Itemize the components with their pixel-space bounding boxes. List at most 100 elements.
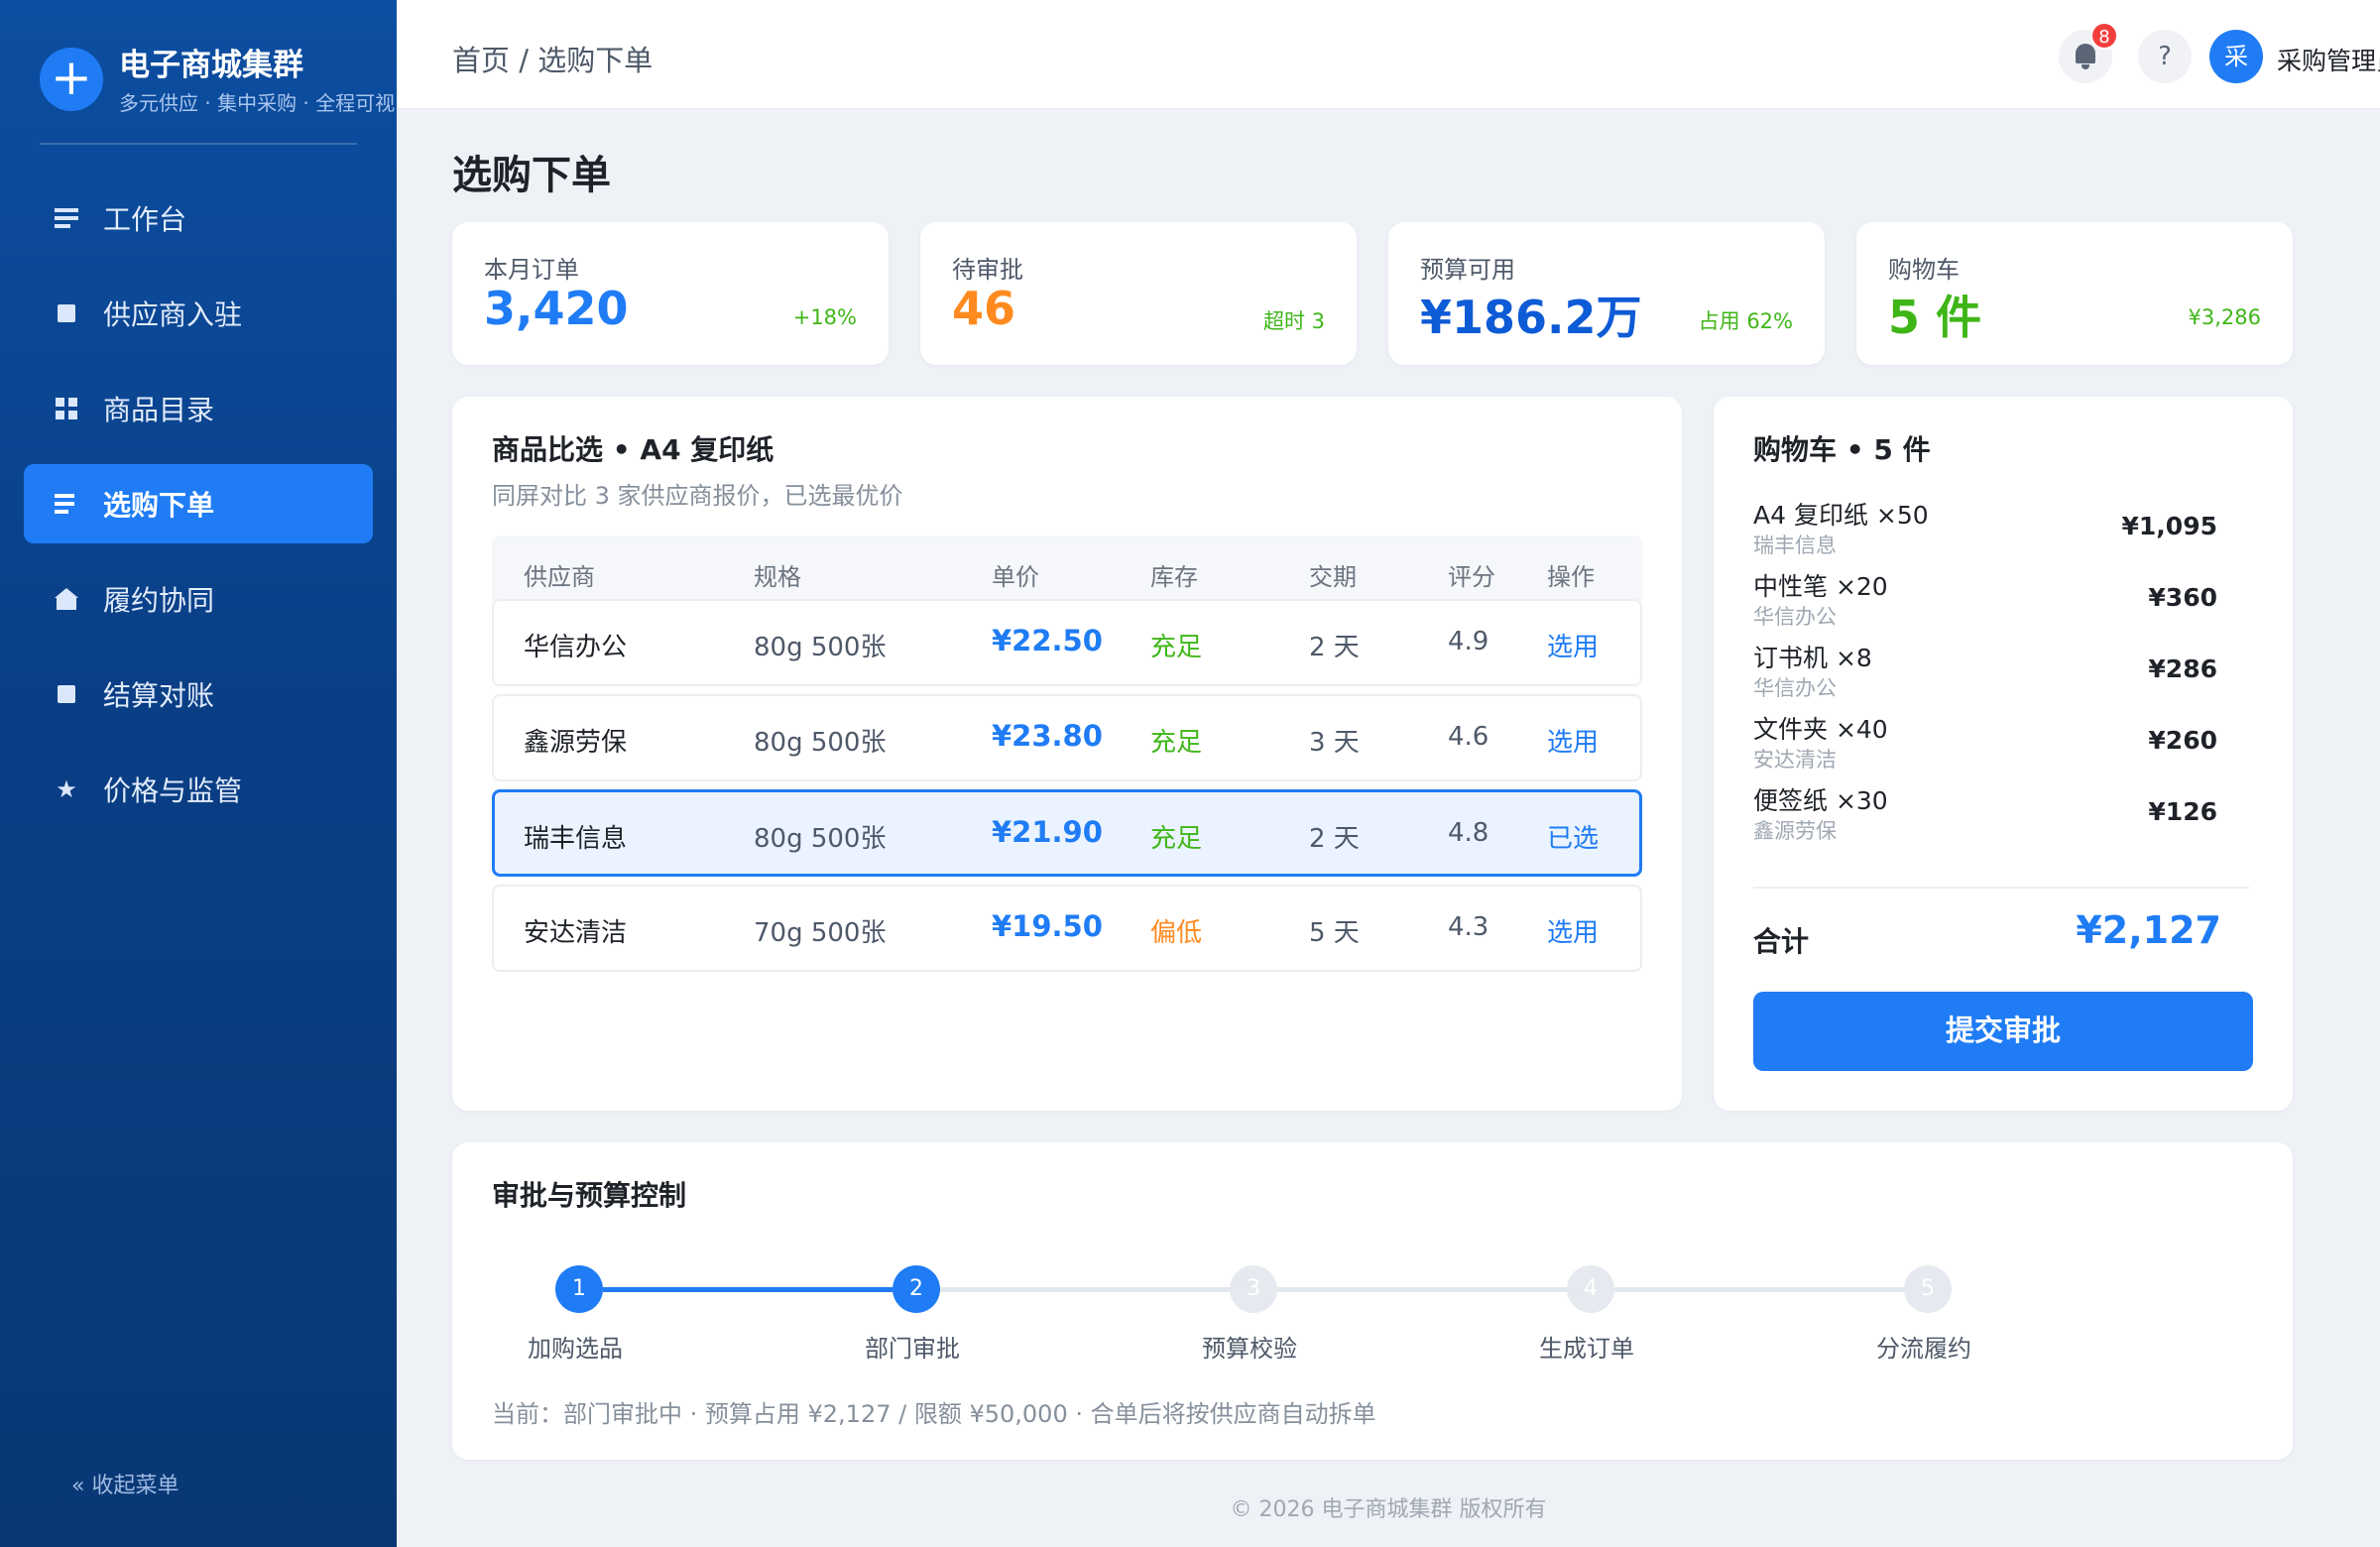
step-label: 分流履约: [1876, 1335, 1971, 1363]
stat-value: 3,420: [484, 282, 629, 335]
spec-cell: 70g 500张: [754, 918, 887, 948]
sidebar-item-label: 价格与监管: [103, 774, 243, 807]
step-1-circle: 1: [555, 1265, 603, 1313]
collapse-menu-button[interactable]: « 收起菜单: [71, 1468, 178, 1499]
cart-item-name: 便签纸 ×30: [1753, 786, 1888, 815]
username[interactable]: 采购管理员: [2277, 42, 2380, 77]
cart-card: 购物车 • 5 件 A4 复印纸 ×50 瑞丰信息 ¥1,095 中性笔 ×20…: [1714, 397, 2293, 1111]
square-icon: [54, 681, 79, 707]
sidebar-divider: [40, 143, 357, 145]
help-icon: ?: [2158, 42, 2172, 71]
approval-status-note: 当前：部门审批中 · 预算占用 ¥2,127 / 限额 ¥50,000 · 合单…: [492, 1400, 1376, 1428]
stat-value: 46: [952, 282, 1016, 335]
table-row[interactable]: 安达清洁 70g 500张 ¥19.50 偏低 5 天 4.3 选用: [492, 885, 1642, 972]
brand[interactable]: + 电子商城集群 多元供应 · 集中采购 · 全程可视: [40, 40, 397, 119]
selected-supplier-link[interactable]: 已选: [1547, 818, 1599, 855]
cart-item-price: ¥260: [2148, 726, 2217, 755]
stat-label: 待审批: [952, 256, 1023, 284]
cart-total-label: 合计: [1753, 925, 1810, 958]
approval-card: 审批与预算控制 1 2 3 4 5 加购选品 部门审批 预算校验 生成订单 分流…: [452, 1142, 2293, 1460]
cart-item-price: ¥286: [2148, 654, 2217, 683]
supplier-cell: 瑞丰信息: [524, 824, 628, 854]
stat-label: 预算可用: [1420, 256, 1515, 284]
cart-item-price: ¥126: [2148, 797, 2217, 826]
select-supplier-link[interactable]: 选用: [1547, 627, 1599, 663]
list-icon: [54, 491, 79, 517]
step-4-circle: 4: [1567, 1265, 1614, 1313]
product-compare-card: 商品比选 • A4 复印纸 同屏对比 3 家供应商报价，已选最优价 供应商 规格…: [452, 397, 1682, 1111]
breadcrumb[interactable]: 首页 / 选购下单: [452, 38, 653, 79]
column-header: 评分: [1448, 563, 1495, 591]
supplier-cell: 安达清洁: [524, 918, 628, 948]
spec-cell: 80g 500张: [754, 633, 887, 662]
stat-card-budget-available[interactable]: 预算可用 ¥186.2万 占用 62%: [1388, 222, 1825, 365]
stat-card-cart[interactable]: 购物车 5 件 ¥3,286: [1856, 222, 2293, 365]
submit-approval-button[interactable]: 提交审批: [1753, 992, 2253, 1071]
rating-cell: 4.6: [1448, 722, 1489, 752]
brand-title: 电子商城集群: [119, 48, 303, 83]
brand-logo-icon: +: [40, 48, 103, 111]
sidebar-item-catalog[interactable]: 商品目录: [24, 369, 373, 448]
sidebar-item-ordering[interactable]: 选购下单: [24, 464, 373, 543]
cart-item[interactable]: 中性笔 ×20 华信办公 ¥360: [1753, 567, 2249, 639]
column-header: 库存: [1150, 563, 1198, 591]
column-header: 供应商: [524, 563, 595, 591]
stat-card-pending-approval[interactable]: 待审批 46 超时 3: [920, 222, 1357, 365]
step-label: 生成订单: [1539, 1335, 1634, 1363]
lead-time-cell: 5 天: [1309, 918, 1360, 948]
stat-meta: 超时 3: [1262, 309, 1325, 333]
cart-item[interactable]: 文件夹 ×40 安达清洁 ¥260: [1753, 710, 2249, 781]
rating-cell: 4.8: [1448, 818, 1489, 848]
step-5-circle: 5: [1904, 1265, 1952, 1313]
step-connector: [1614, 1287, 1904, 1292]
select-supplier-link[interactable]: 选用: [1547, 722, 1599, 759]
table-row[interactable]: 华信办公 80g 500张 ¥22.50 充足 2 天 4.9 选用: [492, 599, 1642, 686]
notification-button[interactable]: 8: [2059, 22, 2118, 83]
cart-item[interactable]: 便签纸 ×30 鑫源劳保 ¥126: [1753, 781, 2249, 853]
step-connector-done: [603, 1287, 892, 1292]
lead-time-cell: 3 天: [1309, 728, 1360, 758]
lead-time-cell: 2 天: [1309, 633, 1360, 662]
cart-item[interactable]: A4 复印纸 ×50 瑞丰信息 ¥1,095: [1753, 496, 2249, 567]
help-button[interactable]: ?: [2138, 30, 2192, 83]
step-label: 预算校验: [1202, 1335, 1297, 1363]
step-label: 部门审批: [865, 1335, 960, 1363]
sidebar-item-price-supervision[interactable]: ★ 价格与监管: [24, 750, 373, 829]
table-row-selected[interactable]: 瑞丰信息 80g 500张 ¥21.90 充足 2 天 4.8 已选: [492, 789, 1642, 877]
sidebar-item-label: 结算对账: [103, 679, 215, 712]
avatar[interactable]: 采: [2209, 30, 2263, 83]
cart-item-supplier: 华信办公: [1753, 676, 1837, 700]
approval-title: 审批与预算控制: [492, 1179, 687, 1212]
stat-meta: 占用 62%: [1698, 309, 1793, 333]
sidebar-item-workbench[interactable]: 工作台: [24, 178, 373, 258]
sidebar-item-label: 商品目录: [103, 394, 215, 426]
table-row[interactable]: 鑫源劳保 80g 500张 ¥23.80 充足 3 天 4.6 选用: [492, 694, 1642, 781]
stat-card-monthly-orders[interactable]: 本月订单 3,420 +18%: [452, 222, 889, 365]
stat-meta: ¥3,286: [2188, 305, 2261, 329]
cart-divider: [1753, 887, 2249, 889]
sidebar-item-supplier-onboarding[interactable]: 供应商入驻: [24, 274, 373, 353]
top-header: 首页 / 选购下单 8 ? 采 采购管理员: [397, 0, 2380, 109]
select-supplier-link[interactable]: 选用: [1547, 912, 1599, 949]
cart-item-supplier: 安达清洁: [1753, 748, 1837, 772]
cart-item-price: ¥360: [2148, 583, 2217, 612]
stat-label: 购物车: [1888, 256, 1960, 284]
cart-item-supplier: 瑞丰信息: [1753, 534, 1837, 557]
column-header: 操作: [1547, 563, 1595, 591]
app-root: + 电子商城集群 多元供应 · 集中采购 · 全程可视 工作台 供应商入驻 商品…: [0, 0, 2380, 1547]
compare-title: 商品比选 • A4 复印纸: [492, 433, 774, 466]
rating-cell: 4.9: [1448, 627, 1489, 656]
price-cell: ¥21.90: [992, 815, 1103, 849]
sidebar-item-fulfillment[interactable]: 履约协同: [24, 559, 373, 639]
compare-table-header: 供应商 规格 单价 库存 交期 评分 操作: [492, 536, 1642, 605]
column-header: 交期: [1309, 563, 1357, 591]
supplier-cell: 鑫源劳保: [524, 728, 628, 758]
sidebar: + 电子商城集群 多元供应 · 集中采购 · 全程可视 工作台 供应商入驻 商品…: [0, 0, 397, 1547]
sidebar-item-settlement[interactable]: 结算对账: [24, 654, 373, 734]
cart-item[interactable]: 订书机 ×8 华信办公 ¥286: [1753, 639, 2249, 710]
step-label: 加购选品: [528, 1335, 623, 1363]
grid-icon: [54, 396, 79, 421]
sidebar-item-label: 供应商入驻: [103, 298, 243, 331]
stock-cell: 充足: [1150, 824, 1203, 854]
cart-total-value: ¥2,127: [2076, 908, 2221, 952]
